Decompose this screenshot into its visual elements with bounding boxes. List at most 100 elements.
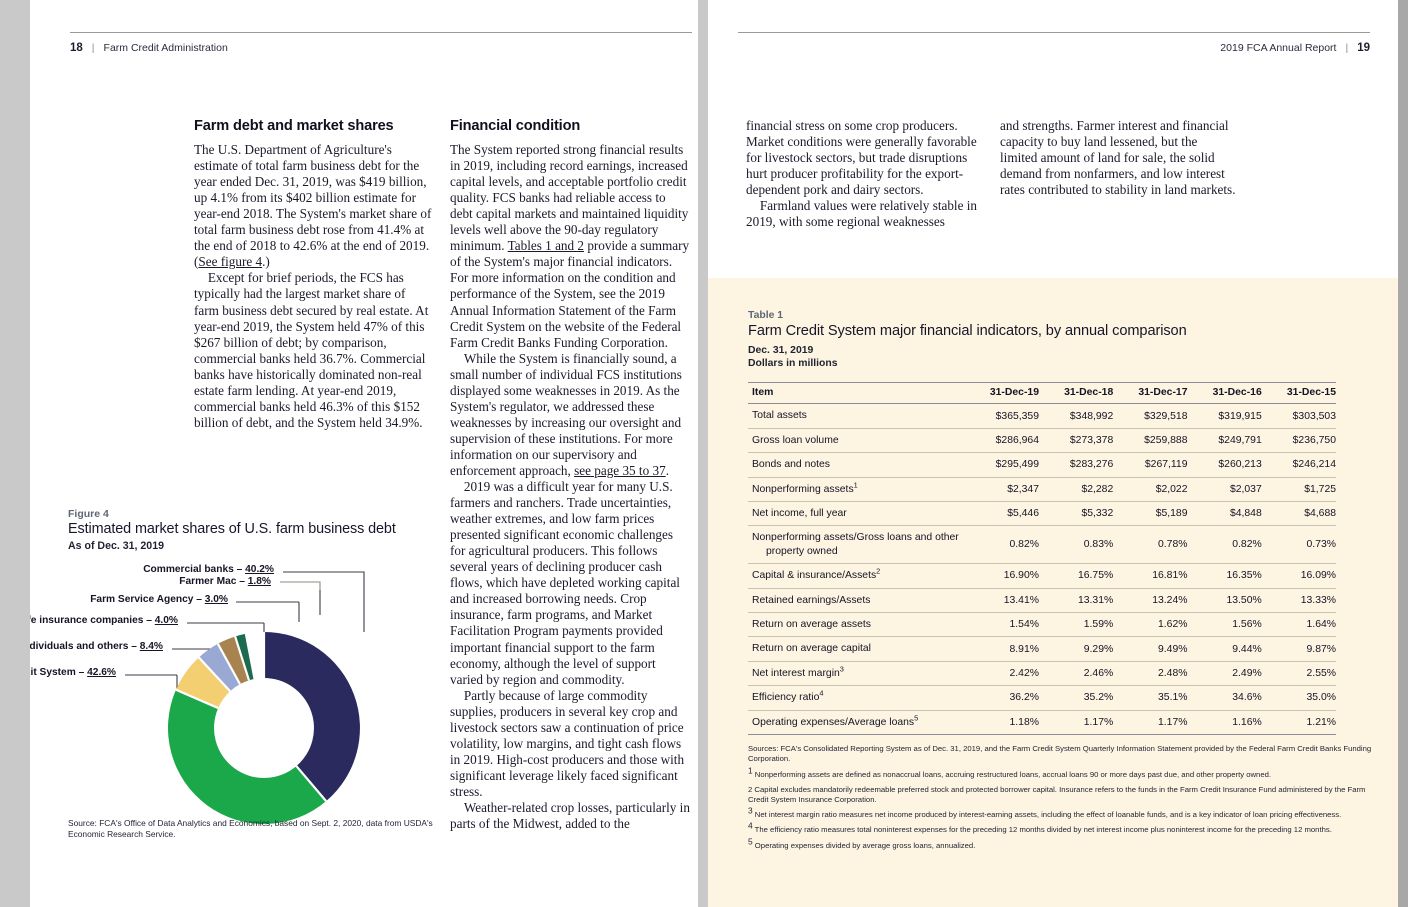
- col-header-2016: 31-Dec-16: [1187, 382, 1262, 405]
- table-cell-value: 35.1%: [1113, 685, 1188, 711]
- table-cell-value: 13.41%: [964, 588, 1039, 614]
- footnote-marker: 1: [853, 480, 858, 490]
- table-cell-value: $283,276: [1038, 452, 1114, 478]
- chart-label-name-1: Farmer Mac: [179, 576, 237, 587]
- footnote-number: 3: [748, 805, 753, 816]
- chart-label-name-2: Farm Service Agency: [90, 594, 194, 605]
- table-cell-value: $319,915: [1187, 403, 1262, 429]
- left-page-edge: [0, 0, 30, 907]
- table-cell-item: Return on average capital: [748, 636, 965, 662]
- table-cell-value: $259,888: [1113, 428, 1188, 454]
- spread-gutter: [698, 0, 708, 907]
- table-row: Bonds and notes $295,499 $283,276 $267,119 $…: [748, 452, 1336, 478]
- table-cell-value: $2,347: [964, 477, 1039, 503]
- chart-label-individuals-and-others: Individuals and others – 8.4%: [30, 641, 163, 652]
- table-cell-value: $286,964: [964, 428, 1039, 454]
- footnote-number: 4: [748, 820, 753, 831]
- chart-label-sep-4: –: [128, 641, 140, 652]
- para-farm-debt-1: The U.S. Department of Agriculture's est…: [194, 142, 432, 270]
- table-cell-item: Net income, full year: [748, 501, 965, 527]
- table-footnote: 2 Capital excludes mandatorily redeemabl…: [748, 784, 1366, 804]
- chart-label-name-5: Farm Credit System: [30, 667, 76, 678]
- table-cell-value: 16.81%: [1113, 563, 1188, 589]
- table-subtitle: Dec. 31, 2019 Dollars in millions: [748, 344, 1348, 370]
- chart-label-commercial-banks: Commercial banks – 40.2%: [143, 564, 274, 575]
- para-farm-debt-2: Except for brief periods, the FCS has ty…: [194, 270, 429, 430]
- table-cell-value: $2,282: [1038, 477, 1114, 503]
- table-row: Capital & insurance/Assets2 16.90% 16.75% 1…: [748, 563, 1336, 589]
- para-farm-debt-1-text: The U.S. Department of Agriculture's est…: [194, 142, 432, 270]
- left-running-head: 18 | Farm Credit Administration: [70, 32, 692, 54]
- table-cell-item: Operating expenses/Average loans5: [748, 710, 965, 736]
- table-cell-value: 16.35%: [1187, 563, 1262, 589]
- table-row: Total assets $365,359 $348,992 $329,518 $319…: [748, 403, 1336, 429]
- table-cell-value: $5,446: [964, 501, 1039, 527]
- table-row: Return on average capital 8.91% 9.29% 9.49%…: [748, 636, 1336, 662]
- figure-4: Figure 4 Estimated market shares of U.S.…: [30, 508, 460, 828]
- table-cell-item: Bonds and notes: [748, 452, 965, 478]
- table-cell-value: 2.49%: [1187, 661, 1262, 687]
- right-page-edge: [1398, 0, 1408, 907]
- table-cell-value: $303,503: [1261, 403, 1336, 429]
- figure-subtitle: As of Dec. 31, 2019: [68, 540, 164, 552]
- running-head-text-right: 2019 FCA Annual Report: [1220, 42, 1337, 54]
- table-cell-value: 34.6%: [1187, 685, 1262, 711]
- heading-financial-condition: Financial condition: [450, 118, 581, 134]
- header-rule: [70, 32, 692, 33]
- para-right-c2: Farmland values were relatively stable i…: [746, 198, 978, 230]
- table-cell-value: 16.75%: [1038, 563, 1114, 589]
- table-cell-value: 13.31%: [1038, 588, 1114, 614]
- para-fc-3: 2019 was a difficult year for many U.S. …: [450, 479, 680, 687]
- table-cell-value: 13.33%: [1261, 588, 1336, 614]
- table-footnote: 4 The efficiency ratio measures total no…: [748, 820, 1332, 835]
- col-header-item: Item: [748, 382, 965, 405]
- table-cell-value: 1.21%: [1261, 710, 1336, 736]
- para-fc-5: Weather-related crop losses, particularl…: [450, 799, 690, 832]
- table-cell-value: 9.87%: [1261, 636, 1336, 662]
- para-fc-1-pre: The System reported strong financial res…: [450, 142, 689, 254]
- chart-label-value-2: 3.0%: [204, 594, 228, 605]
- right-page: 2019 FCA Annual Report | 19 financial st…: [708, 0, 1398, 907]
- column-right-second: and strengths. Farmer interest and finan…: [1000, 118, 1236, 198]
- chart-label-value-0: 40.2%: [245, 564, 274, 575]
- para-right-c1: financial stress on some crop producers.…: [746, 118, 977, 198]
- table-cell-value: 16.90%: [964, 563, 1039, 589]
- footnote-marker: 4: [819, 688, 824, 698]
- link-see-figure-4[interactable]: See figure 4: [198, 254, 262, 269]
- chart-label-value-1: 1.8%: [247, 576, 271, 587]
- table-cell-value: 35.2%: [1038, 685, 1114, 711]
- col-header-2015: 31-Dec-15: [1261, 382, 1336, 405]
- chart-label-name-0: Commercial banks: [143, 564, 234, 575]
- table-cell-value: $273,378: [1038, 428, 1114, 454]
- table-title: Farm Credit System major financial indic…: [748, 323, 1187, 339]
- donut-chart: Commercial banks – 40.2% Farmer Mac – 1.…: [30, 560, 460, 828]
- chart-label-life-insurance-companies: Life insurance companies – 4.0%: [30, 615, 178, 626]
- chart-label-sep-2: –: [193, 594, 205, 605]
- col-header-2018: 31-Dec-18: [1038, 382, 1114, 405]
- link-see-page-35-to-37[interactable]: see page 35 to 37: [574, 463, 666, 478]
- table-cell-value: $246,214: [1261, 452, 1336, 478]
- table-1-content: Table 1 Farm Credit System major financi…: [748, 310, 1371, 856]
- chart-label-sep-5: –: [75, 667, 88, 678]
- table-cell-value: 13.24%: [1113, 588, 1188, 614]
- table-cell-value: $365,359: [964, 403, 1039, 429]
- footnote-marker: 3: [839, 664, 844, 674]
- figure-title: Estimated market shares of U.S. farm bus…: [68, 521, 396, 537]
- table-cell-item: Nonperforming assets1: [748, 477, 965, 503]
- para-fc-2-pre: While the System is financially sound, a…: [450, 350, 682, 478]
- table-cell-value: 9.29%: [1038, 636, 1114, 662]
- table-cell-value: 8.91%: [964, 636, 1039, 662]
- table-cell-value: 9.44%: [1187, 636, 1262, 662]
- link-tables-1-and-2[interactable]: Tables 1 and 2: [508, 238, 584, 253]
- footnote-number: 5: [748, 835, 753, 846]
- table-cell-value: $2,022: [1113, 477, 1188, 503]
- column-financial-condition: Financial condition The System reported …: [450, 118, 690, 832]
- table-cell-value: $4,848: [1187, 501, 1262, 527]
- figure-kicker: Figure 4: [68, 508, 109, 520]
- para-fc-2: While the System is financially sound, a…: [450, 351, 690, 479]
- table-body: Total assets $365,359 $348,992 $329,518 $319…: [748, 403, 1336, 736]
- table-cell-item: Net interest margin3: [748, 661, 965, 687]
- table-cell-value: 16.09%: [1261, 563, 1336, 589]
- table-cell-value: $267,119: [1113, 452, 1188, 478]
- table-cell-value: $5,189: [1113, 501, 1188, 527]
